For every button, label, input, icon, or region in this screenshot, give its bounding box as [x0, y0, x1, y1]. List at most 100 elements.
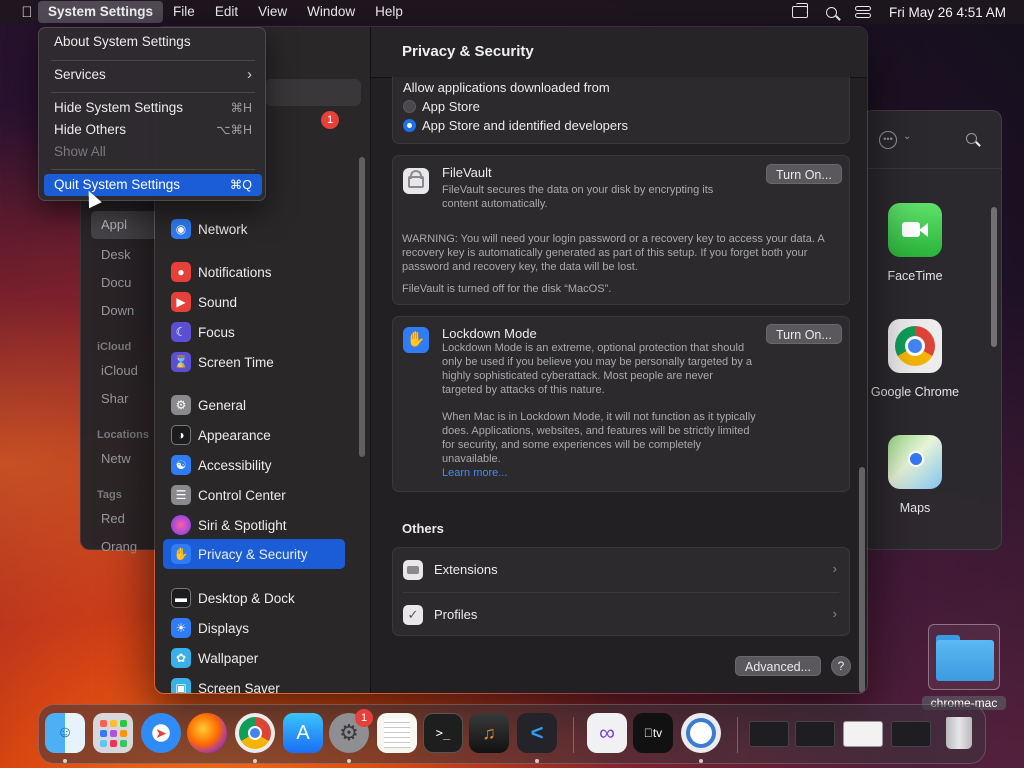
app-store-icon[interactable]: A	[283, 713, 323, 753]
screen-mirroring-icon[interactable]	[791, 3, 808, 18]
menu-item-about[interactable]: About System Settings	[44, 31, 262, 53]
sidebar-item-screen-time[interactable]: ⌛ Screen Time	[163, 348, 345, 376]
desktop-folder[interactable]	[928, 624, 1000, 690]
moon-icon: ☾	[171, 322, 191, 342]
radio-identified-developers[interactable]	[403, 119, 416, 132]
finder-sidebar-item[interactable]: Docu	[101, 275, 131, 290]
trash-icon[interactable]	[939, 713, 979, 753]
sidebar-item-siri-spotlight[interactable]: Siri & Spotlight	[163, 511, 345, 539]
sidebar-item-screen-saver[interactable]: ▣ Screen Saver	[163, 674, 345, 693]
menu-window[interactable]: Window	[297, 1, 365, 23]
more-options-icon[interactable]: •••	[879, 131, 897, 149]
finder-sidebar-item[interactable]: Netw	[101, 451, 131, 466]
filevault-turn-on-button[interactable]: Turn On...	[766, 164, 842, 184]
finder-sidebar-item[interactable]: Desk	[101, 247, 131, 262]
extensions-icon	[403, 560, 423, 580]
menu-app-name[interactable]: System Settings	[38, 1, 164, 23]
window-thumbnail[interactable]	[749, 721, 789, 747]
finder-sidebar-item[interactable]: Shar	[101, 391, 128, 406]
applications-scrollbar[interactable]	[991, 207, 997, 347]
radio-identified-developers-label[interactable]: App Store and identified developers	[422, 118, 628, 133]
chevron-right-icon: ›	[247, 66, 252, 83]
menu-item-quit[interactable]: Quit System Settings ⌘Q	[44, 174, 262, 196]
sidebar-scrollbar[interactable]	[359, 157, 365, 457]
menu-item-label: Hide System Settings	[54, 100, 184, 115]
chevron-down-icon[interactable]: ⌄	[903, 131, 911, 142]
window-thumbnail[interactable]	[795, 721, 835, 747]
sidebar-item-label: Accessibility	[198, 457, 272, 473]
extensions-row[interactable]: Extensions ›	[393, 548, 849, 592]
window-thumbnail[interactable]	[891, 721, 931, 747]
chrome-icon[interactable]	[235, 713, 275, 753]
sidebar-item-sound[interactable]: ▶ Sound	[163, 288, 345, 316]
finder-sidebar-item[interactable]: Red	[101, 511, 125, 526]
sidebar-item-focus[interactable]: ☾ Focus	[163, 318, 345, 346]
sidebar-item-control-center[interactable]: ☰ Control Center	[163, 481, 345, 509]
sidebar-item-label: Displays	[198, 620, 250, 636]
apple-tv-icon[interactable]: tv	[633, 713, 673, 753]
radio-app-store[interactable]	[403, 100, 416, 113]
firefox-icon[interactable]	[187, 713, 227, 753]
launchpad-icon[interactable]	[93, 713, 133, 753]
sidebar-item-network[interactable]: ◉ Network	[163, 215, 345, 243]
sidebar-item-label: Sound	[198, 294, 238, 310]
help-button[interactable]: ?	[831, 656, 851, 676]
sidebar-item-displays[interactable]: ☀ Displays	[163, 614, 345, 642]
profiles-row[interactable]: ✓ Profiles ›	[393, 593, 849, 637]
lockdown-turn-on-button[interactable]: Turn On...	[766, 324, 842, 344]
accessibility-icon: ☯	[171, 455, 191, 475]
sidebar-search-field[interactable]	[265, 79, 361, 106]
lockdown-title: Lockdown Mode	[442, 326, 537, 341]
sidebar-item-notifications[interactable]: ● Notifications	[163, 258, 345, 286]
applications-window: ••• ⌄ FaceTime Google Chrome Maps	[862, 110, 1002, 550]
terminal-icon[interactable]: >_	[423, 713, 463, 753]
filevault-status: FileVault is turned off for the disk “Ma…	[402, 283, 612, 295]
menu-item-services[interactable]: Services ›	[44, 64, 262, 86]
menu-item-hide[interactable]: Hide System Settings ⌘H	[44, 97, 262, 119]
app-menu-dropdown: About System Settings Services › Hide Sy…	[38, 27, 266, 201]
menu-edit[interactable]: Edit	[205, 1, 248, 23]
vscode-icon[interactable]: <	[517, 713, 557, 753]
instruments-icon[interactable]: ♫	[469, 713, 509, 753]
profiles-label: Profiles	[434, 607, 478, 622]
chrome-icon[interactable]	[888, 319, 942, 373]
menu-item-hide-others[interactable]: Hide Others ⌥⌘H	[44, 119, 262, 141]
spotlight-search-icon[interactable]	[825, 6, 837, 18]
advanced-button[interactable]: Advanced...	[735, 656, 822, 676]
textedit-icon[interactable]	[377, 713, 417, 753]
menu-shortcut: ⌘H	[230, 101, 252, 115]
menu-file[interactable]: File	[163, 1, 205, 23]
safari-icon[interactable]: ➤	[141, 713, 181, 753]
sidebar-item-accessibility[interactable]: ☯ Accessibility	[163, 451, 345, 479]
sidebar-item-desktop-dock[interactable]: ▬ Desktop & Dock	[163, 584, 345, 612]
sidebar-item-appearance[interactable]: ◑ Appearance	[163, 421, 345, 449]
menu-view[interactable]: View	[248, 1, 297, 23]
menu-item-label: Services	[54, 67, 106, 82]
finder-icon[interactable]: ☺	[45, 713, 85, 753]
finder-sidebar-item[interactable]: Orang	[101, 539, 137, 554]
bell-icon: ●	[171, 262, 191, 282]
menu-clock[interactable]: Fri May 26 4:51 AM	[889, 5, 1006, 20]
allow-apps-heading: Allow applications downloaded from	[403, 80, 610, 95]
applications-toolbar: ••• ⌄	[863, 111, 1001, 169]
finder-sidebar-item[interactable]: Appl	[101, 217, 127, 232]
sidebar-item-wallpaper[interactable]: ✿ Wallpaper	[163, 644, 345, 672]
chrome-canary-icon[interactable]	[681, 713, 721, 753]
apple-menu-icon[interactable]: 	[16, 4, 38, 21]
screensaver-icon: ▣	[171, 678, 191, 693]
learn-more-link[interactable]: Learn more...	[442, 466, 507, 480]
maps-icon[interactable]	[888, 435, 942, 489]
visual-studio-icon[interactable]: ∞	[587, 713, 627, 753]
facetime-icon[interactable]	[888, 203, 942, 257]
radio-app-store-label[interactable]: App Store	[422, 99, 480, 114]
window-thumbnail[interactable]	[843, 721, 883, 747]
search-icon[interactable]	[966, 133, 977, 144]
content-scrollbar[interactable]	[859, 467, 865, 693]
finder-sidebar-item[interactable]: iCloud	[101, 363, 138, 378]
menu-help[interactable]: Help	[365, 1, 413, 23]
control-center-icon[interactable]	[854, 6, 871, 18]
sidebar-item-privacy-security[interactable]: ✋ Privacy & Security	[163, 539, 345, 569]
sidebar-item-general[interactable]: ⚙ General	[163, 391, 345, 419]
finder-sidebar-item[interactable]: Down	[101, 303, 134, 318]
globe-icon: ◉	[171, 219, 191, 239]
